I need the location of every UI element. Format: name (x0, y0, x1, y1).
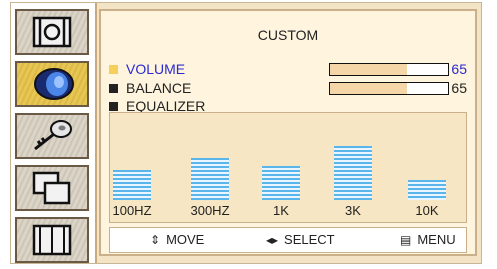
eq-band-bar-300hz[interactable] (191, 158, 229, 200)
item-marker-icon (109, 102, 118, 111)
volume-slider-fill (330, 64, 407, 75)
volume-label: VOLUME (126, 61, 186, 77)
eq-band-bar-3k[interactable] (334, 146, 372, 200)
eq-band-bar-10k[interactable] (408, 180, 446, 200)
footer-bar: ⇕ MOVE ◂▸ SELECT ▤ MENU (109, 227, 467, 253)
eq-band-bar-100hz[interactable] (113, 170, 151, 200)
volume-row[interactable]: VOLUME (109, 61, 185, 77)
osd-window: CUSTOM VOLUME 65 BALANCE 65 EQUALIZER 10… (10, 2, 482, 264)
panel-title: CUSTOM (257, 27, 319, 43)
balance-row[interactable]: BALANCE (109, 80, 191, 96)
sound-panel: CUSTOM VOLUME 65 BALANCE 65 EQUALIZER 10… (99, 9, 477, 256)
sidebar-item-sound[interactable] (15, 61, 89, 107)
pip-icon (32, 171, 71, 205)
eq-band-label: 3K (345, 203, 361, 218)
menu-icon: ▤ (400, 232, 412, 247)
footer-move-label: MOVE (166, 232, 205, 247)
eq-band-label: 300HZ (190, 203, 230, 218)
eq-band-label: 100HZ (112, 203, 152, 218)
picture-icon (32, 16, 72, 48)
sidebar-item-pip[interactable] (15, 165, 89, 211)
footer-menu: ▤ MENU (400, 232, 456, 247)
balance-label: BALANCE (126, 80, 192, 96)
balance-value: 65 (451, 80, 467, 96)
footer-select-label: SELECT (284, 232, 335, 247)
footer-menu-label: MENU (417, 232, 456, 247)
eq-band-label: 10K (415, 203, 439, 218)
screen-icon (32, 224, 72, 256)
speaker-icon (34, 68, 74, 100)
select-arrows-icon: ◂▸ (266, 232, 279, 247)
sidebar-item-picture[interactable] (15, 9, 89, 55)
volume-slider[interactable] (329, 63, 449, 76)
selection-marker-icon (109, 65, 118, 74)
eq-band-label: 1K (273, 203, 289, 218)
footer-move: ⇕ MOVE (150, 232, 204, 247)
eq-band-bar-1k[interactable] (262, 166, 300, 200)
sidebar (11, 3, 97, 263)
volume-value: 65 (451, 61, 467, 77)
balance-slider[interactable] (329, 82, 449, 95)
sidebar-item-lock[interactable] (15, 113, 89, 159)
sidebar-item-screen[interactable] (15, 217, 89, 263)
equalizer-area: 100HZ 300HZ 1K 3K 10K (109, 112, 467, 223)
key-icon (34, 120, 72, 151)
footer-select: ◂▸ SELECT (266, 232, 335, 247)
balance-slider-fill (330, 83, 407, 94)
item-marker-icon (109, 84, 118, 93)
move-arrows-icon: ⇕ (150, 232, 161, 247)
